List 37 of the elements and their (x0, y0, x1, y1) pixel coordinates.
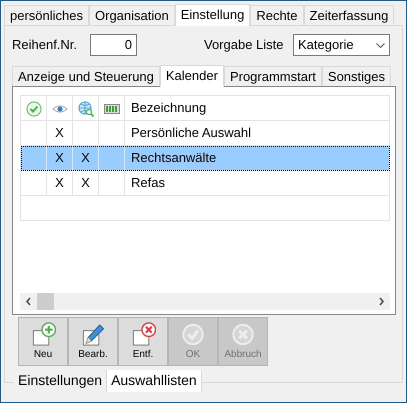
x-circle-icon (230, 322, 256, 347)
table-cell: Rechtsanwälte (131, 150, 216, 166)
table-cell: Refas (131, 175, 165, 190)
tab[interactable]: Sonstiges (322, 66, 391, 86)
document-plus-icon (30, 322, 56, 347)
table-cell: X (55, 175, 64, 190)
toolbar-button[interactable]: Neu (18, 317, 68, 366)
order-field[interactable]: 0 (90, 34, 137, 56)
check-circle-icon (180, 322, 206, 347)
field-label: Vorgabe Liste (204, 36, 285, 54)
tab[interactable]: Kalender (160, 65, 224, 87)
field-label: Reihenf.Nr. (12, 36, 78, 54)
pencil-icon (80, 322, 106, 347)
toolbar-button[interactable]: Bearb. (68, 317, 118, 366)
table-cell: X (55, 125, 64, 140)
horizontal-scrollbar[interactable] (20, 293, 390, 310)
tab[interactable]: Organisation (89, 5, 175, 25)
table-cell: X (81, 175, 90, 190)
toolbar-button[interactable]: Entf. (118, 317, 168, 366)
tab[interactable]: Einstellungen (14, 370, 108, 392)
tab[interactable]: Anzeige und Steuerung (12, 66, 160, 86)
caret-icon (376, 42, 385, 48)
tab[interactable]: Rechte (250, 5, 304, 25)
globe-search-icon (78, 100, 94, 117)
tab[interactable]: Einstellung (174, 4, 250, 26)
tab[interactable]: Zeiterfassung (304, 5, 394, 25)
table-cell: X (55, 150, 64, 166)
table-cell: Persönliche Auswahl (131, 125, 251, 140)
scroll-thumb[interactable] (37, 293, 54, 310)
check-circle-icon (26, 100, 42, 117)
column-header: Bezeichnung (124, 96, 390, 120)
document-x-icon (130, 322, 156, 347)
tab[interactable]: persönliches (4, 5, 89, 25)
list-dropdown[interactable]: Kategorie (293, 34, 390, 56)
tab[interactable]: Auswahllisten (107, 370, 202, 392)
table-cell: X (81, 150, 90, 166)
tab[interactable]: Programmstart (224, 66, 322, 86)
